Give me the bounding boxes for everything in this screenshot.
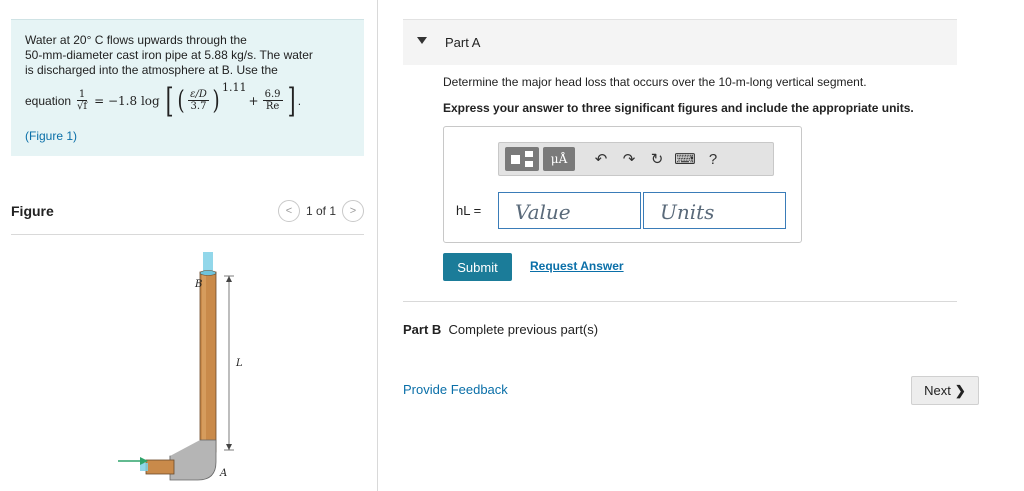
- horizontal-pipe: [145, 459, 175, 475]
- friction-equation: equation 1 √f = −1.8 log [ ( ε/D 3.7 ) 1…: [25, 80, 302, 121]
- part-b-status: Complete previous part(s): [448, 322, 599, 337]
- units-button[interactable]: μÅ: [543, 147, 575, 171]
- equation-end: .: [297, 94, 302, 108]
- redo-icon[interactable]: ↷: [615, 146, 643, 172]
- chevron-right-icon: ❯: [954, 382, 966, 398]
- right-paren: ): [212, 86, 220, 116]
- next-button[interactable]: Next ❯: [911, 376, 979, 405]
- figure-link[interactable]: (Figure 1): [25, 129, 77, 143]
- figure-title: Figure: [11, 203, 54, 219]
- eps-num: ε/D: [188, 89, 209, 101]
- equation-prefix: equation: [25, 94, 72, 108]
- re-num: 6.9: [262, 89, 283, 101]
- part-a-title: Part A: [445, 35, 481, 50]
- part-b-row: Part B Complete previous part(s): [403, 322, 598, 337]
- problem-line-3: is discharged into the atmosphere at B. …: [25, 63, 278, 77]
- lhs-fraction: 1 √f: [75, 89, 89, 113]
- right-bracket: ]: [287, 81, 296, 121]
- submit-button[interactable]: Submit: [443, 253, 512, 281]
- figure-pager: < 1 of 1 >: [277, 200, 364, 222]
- right-panel: Part A Determine the major head loss tha…: [378, 0, 1024, 491]
- provide-feedback-link[interactable]: Provide Feedback: [403, 382, 508, 397]
- re-fraction: 6.9 Re: [262, 89, 283, 113]
- answer-box: μÅ ↶ ↷ ↻ ⌨ ? hL = Value Units: [443, 126, 802, 243]
- equation-mid: = −1.8 log: [94, 94, 160, 108]
- plus-sign: +: [248, 94, 259, 108]
- variable-label: hL =: [456, 203, 482, 218]
- prev-figure-button[interactable]: <: [277, 200, 300, 222]
- re-den: Re: [265, 101, 280, 112]
- section-divider: [403, 301, 957, 302]
- lhs-num: 1: [76, 89, 88, 101]
- eps-fraction: ε/D 3.7: [188, 89, 209, 113]
- figure-header: Figure < 1 of 1 >: [11, 200, 364, 235]
- part-a-header[interactable]: Part A: [403, 19, 957, 65]
- label-l: L: [235, 358, 243, 369]
- label-b: B: [194, 279, 202, 290]
- units-input[interactable]: Units: [643, 192, 786, 229]
- math-toolbar: μÅ ↶ ↷ ↻ ⌨ ?: [498, 142, 774, 176]
- part-b-label: Part B: [403, 322, 442, 337]
- left-bracket: [: [165, 81, 174, 121]
- part-a-question: Determine the major head loss that occur…: [443, 75, 867, 89]
- label-a: A: [219, 468, 227, 479]
- left-paren: (: [177, 86, 185, 116]
- next-label: Next: [924, 383, 951, 398]
- next-figure-button[interactable]: >: [342, 200, 364, 222]
- problem-line-2: 50-mm-diameter cast iron pipe at 5.88 kg…: [25, 48, 313, 62]
- lhs-den: √f: [77, 101, 88, 112]
- reset-icon[interactable]: ↻: [643, 146, 671, 172]
- help-icon[interactable]: ?: [699, 146, 727, 172]
- value-input[interactable]: Value: [498, 192, 641, 229]
- problem-line-1: Water at 20° C flows upwards through the: [25, 33, 247, 47]
- templates-icon[interactable]: [505, 147, 539, 171]
- exponent: 1.11: [222, 80, 247, 94]
- pipe-figure: B L A: [118, 252, 243, 481]
- keyboard-icon[interactable]: ⌨: [671, 146, 699, 172]
- pager-text: 1 of 1: [305, 204, 336, 218]
- eps-den: 3.7: [190, 101, 207, 112]
- undo-icon[interactable]: ↶: [587, 146, 615, 172]
- part-a-instruction: Express your answer to three significant…: [443, 101, 914, 115]
- left-panel: Water at 20° C flows upwards through the…: [0, 0, 378, 491]
- collapse-caret-icon[interactable]: [417, 37, 427, 44]
- request-answer-link[interactable]: Request Answer: [530, 259, 624, 273]
